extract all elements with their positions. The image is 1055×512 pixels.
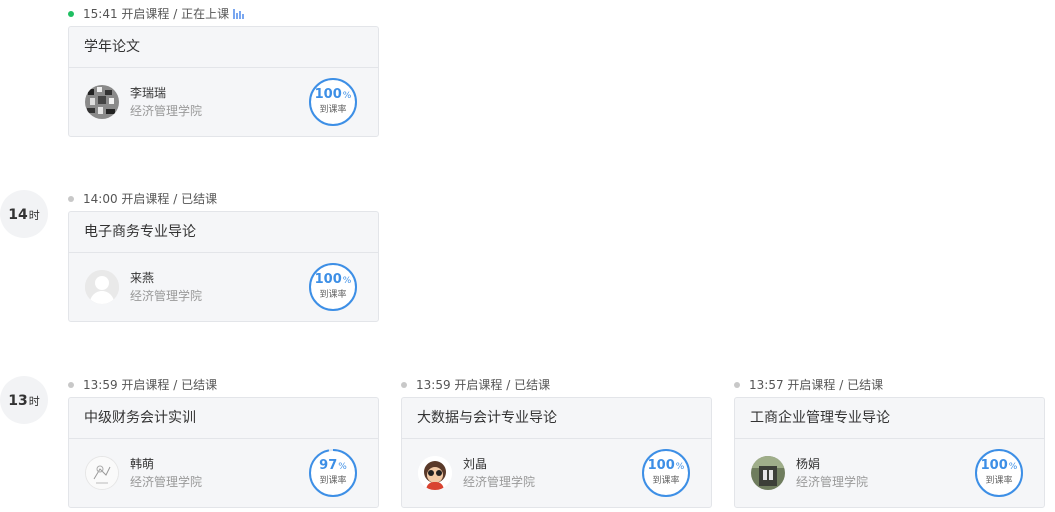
hour-number: 14	[8, 207, 28, 223]
live-status-dot	[68, 11, 74, 17]
attendance-rate-label: 到课率	[985, 476, 1013, 486]
attendance-rate-value: 100%	[314, 272, 352, 287]
course-title: 电子商务专业导论	[69, 212, 378, 253]
ended-status-dot	[734, 382, 740, 388]
teacher-avatar	[418, 456, 452, 490]
attendance-rate-value: 100%	[314, 87, 352, 102]
course-card[interactable]: 学年论文 李瑞瑞 经济管理学院 100% 到课率	[68, 26, 379, 137]
session-status-text: 13:59 开启课程 / 已结课	[83, 378, 218, 392]
session-status-text: 13:57 开启课程 / 已结课	[749, 378, 884, 392]
teacher-name: 刘晶	[463, 457, 488, 471]
live-audio-icon	[233, 9, 245, 19]
course-title: 大数据与会计专业导论	[402, 398, 711, 439]
hour-unit: 时	[28, 395, 40, 408]
teacher-department: 经济管理学院	[463, 475, 536, 489]
attendance-rate-ring: 97% 到课率	[308, 448, 358, 498]
teacher-name: 来燕	[130, 271, 155, 285]
teacher-row: 杨娟 经济管理学院 100% 到课率	[735, 439, 1044, 509]
teacher-row: 李瑞瑞 经济管理学院 100% 到课率	[69, 68, 378, 138]
attendance-rate-value: 100%	[647, 458, 685, 473]
teacher-row: 来燕 经济管理学院 100% 到课率	[69, 253, 378, 323]
course-card[interactable]: 工商企业管理专业导论 杨娟 经济管理学院 100% 到课率	[734, 397, 1045, 508]
attendance-rate-ring: 100% 到课率	[641, 448, 691, 498]
teacher-name: 杨娟	[796, 457, 821, 471]
teacher-department: 经济管理学院	[130, 289, 203, 303]
teacher-name: 韩萌	[130, 457, 155, 471]
attendance-rate-label: 到课率	[319, 105, 347, 115]
teacher-avatar	[751, 456, 785, 490]
attendance-rate-label: 到课率	[652, 476, 680, 486]
teacher-department: 经济管理学院	[130, 475, 203, 489]
teacher-row: 韩萌 经济管理学院 97% 到课率	[69, 439, 378, 509]
attendance-rate-label: 到课率	[319, 290, 347, 300]
attendance-rate-ring: 100% 到课率	[308, 77, 358, 127]
teacher-department: 经济管理学院	[796, 475, 869, 489]
teacher-avatar	[85, 85, 119, 119]
ended-status-dot	[68, 382, 74, 388]
teacher-department: 经济管理学院	[130, 104, 203, 118]
hour-marker-13: 13时	[0, 376, 48, 424]
teacher-avatar	[85, 456, 119, 490]
course-title: 工商企业管理专业导论	[735, 398, 1044, 439]
attendance-rate-ring: 100% 到课率	[974, 448, 1024, 498]
hour-marker-14: 14时	[0, 190, 48, 238]
course-title: 学年论文	[69, 27, 378, 68]
session-status-text: 15:41 开启课程 / 正在上课	[83, 7, 230, 21]
course-card[interactable]: 电子商务专业导论 来燕 经济管理学院 100% 到课率	[68, 211, 379, 322]
teacher-name: 李瑞瑞	[130, 86, 167, 100]
attendance-rate-value: 97%	[319, 458, 347, 473]
session-status-text: 13:59 开启课程 / 已结课	[416, 378, 551, 392]
course-card[interactable]: 大数据与会计专业导论 刘晶 经济管理学院 100% 到课率	[401, 397, 712, 508]
teacher-avatar	[85, 270, 119, 304]
ended-status-dot	[401, 382, 407, 388]
session-status-text: 14:00 开启课程 / 已结课	[83, 192, 218, 206]
attendance-rate-ring: 100% 到课率	[308, 262, 358, 312]
teacher-row: 刘晶 经济管理学院 100% 到课率	[402, 439, 711, 509]
attendance-rate-label: 到课率	[319, 476, 347, 486]
course-card[interactable]: 中级财务会计实训 韩萌 经济管理学院 97% 到课率	[68, 397, 379, 508]
ended-status-dot	[68, 196, 74, 202]
hour-unit: 时	[28, 209, 40, 222]
hour-number: 13	[8, 393, 28, 409]
course-title: 中级财务会计实训	[69, 398, 378, 439]
attendance-rate-value: 100%	[980, 458, 1018, 473]
